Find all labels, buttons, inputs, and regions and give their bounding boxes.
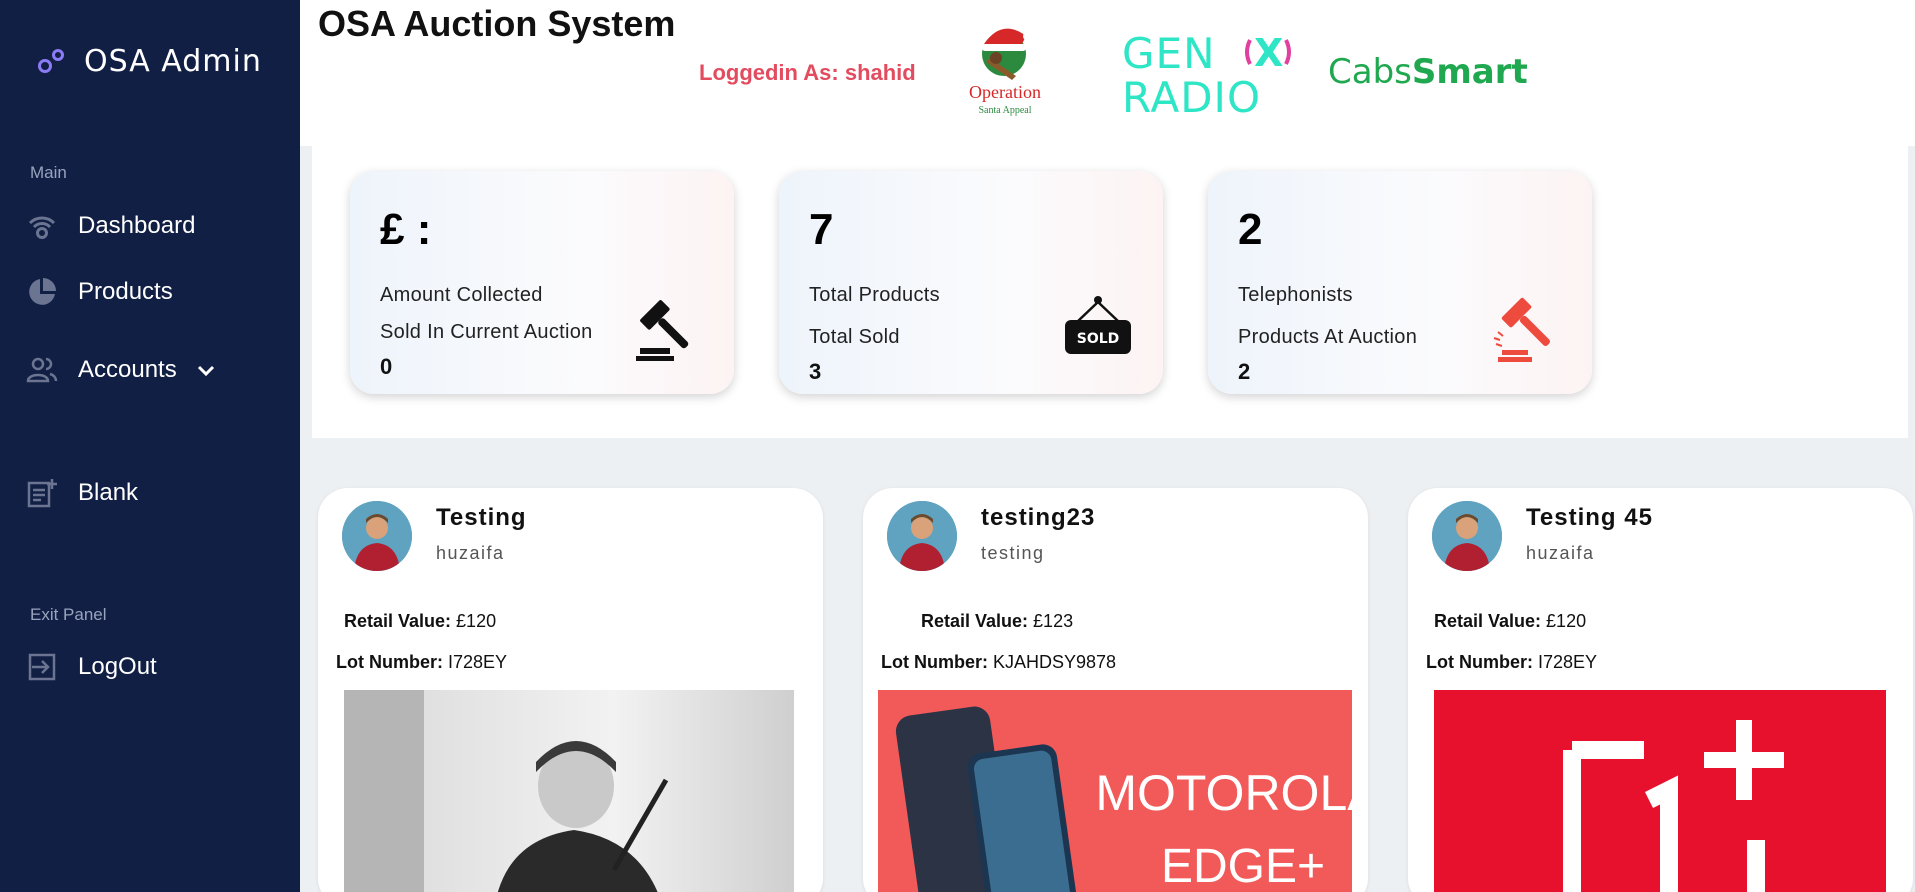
motorola-image-text: MOTOROLA	[1095, 765, 1352, 821]
brand-title: OSA Admin	[84, 44, 262, 79]
stat-amount-value: £ :	[380, 205, 432, 254]
sidebar-item-blank[interactable]: Blank	[26, 477, 138, 509]
product-owner: testing	[981, 543, 1045, 563]
operation-santa-logo: Operation Santa Appeal	[950, 14, 1060, 120]
sold-sign-text: SOLD	[1077, 331, 1120, 347]
sidebar-item-label: Blank	[78, 479, 139, 506]
stat-value: 3	[809, 359, 822, 384]
lot-number: Lot Number: I728EY	[336, 652, 507, 673]
product-title: testing23	[981, 504, 1096, 531]
wifi-icon	[28, 216, 56, 239]
retail-value-label: Retail Value:	[344, 611, 452, 631]
stat-label: Total Sold	[809, 326, 900, 348]
stat-label: Sold In Current Auction	[380, 321, 593, 343]
product-title: Testing 45	[1526, 504, 1653, 531]
avatar	[1432, 501, 1502, 571]
smart-logo-text: Smart	[1411, 52, 1528, 92]
lot-number: Lot Number: KJAHDSY9878	[881, 652, 1116, 673]
sidebar-item-products[interactable]: Products	[26, 276, 173, 308]
pie-chart-icon	[29, 278, 56, 305]
sold-sign-icon: SOLD	[1065, 296, 1131, 354]
lot-number-label: Lot Number:	[881, 652, 988, 672]
product-card[interactable]: Testing 45 huzaifa Retail Value: £120 Lo…	[1408, 488, 1913, 892]
red-gavel-icon	[1493, 297, 1550, 362]
chevron-down-icon[interactable]	[195, 359, 217, 381]
avatar	[342, 501, 412, 571]
sidebar-item-logout[interactable]: LogOut	[26, 651, 157, 683]
motorola-phone-photo: MOTOROLA EDGE+	[878, 690, 1352, 892]
retail-value: Retail Value: £120	[1434, 611, 1586, 632]
stat-label: Amount Collected	[380, 284, 543, 306]
stat-products-value: 7	[809, 205, 834, 254]
santa-hat-mascot-icon: Operation Santa Appeal	[969, 28, 1041, 116]
product-card[interactable]: testing23 testing Retail Value: £123 Lot…	[863, 488, 1368, 892]
nav-section-exit: Exit Panel	[30, 605, 107, 624]
stats-panel: £ : Amount Collected Sold In Current Auc…	[312, 146, 1908, 438]
genx-radio-logo: GEN X RADIO	[1122, 29, 1308, 122]
avatar	[887, 501, 957, 571]
operation-logo-subtext: Santa Appeal	[978, 105, 1031, 116]
lot-number-label: Lot Number:	[336, 652, 443, 672]
sidebar-item-label: Accounts	[78, 356, 177, 383]
retail-value: Retail Value: £120	[344, 611, 496, 632]
genx-x-icon: X	[1254, 31, 1283, 75]
retail-value-label: Retail Value:	[1434, 611, 1542, 631]
stat-value: 2	[1238, 359, 1251, 384]
lot-number-value: KJAHDSY9878	[988, 652, 1117, 672]
retail-value-amount: £120	[451, 611, 497, 631]
retail-value-label: Retail Value:	[921, 611, 1029, 631]
cabs-logo-text: Cabs	[1328, 52, 1412, 92]
cabssmart-logo: CabsSmart	[1328, 52, 1528, 92]
nav-section-main: Main	[30, 163, 67, 182]
lot-number-label: Lot Number:	[1426, 652, 1533, 672]
page-title: OSA Auction System	[318, 3, 676, 44]
operation-logo-text: Operation	[969, 82, 1041, 102]
stat-telephonists-value: 2	[1238, 205, 1263, 254]
stat-card-telephonists: 2 Telephonists Products At Auction 2	[1208, 171, 1592, 394]
sidebar-item-label: Dashboard	[78, 212, 196, 239]
product-owner: huzaifa	[1526, 543, 1595, 563]
product-card[interactable]: Testing huzaifa Retail Value: £120 Lot N…	[318, 488, 823, 892]
genx-radio-text: RADIO	[1122, 73, 1261, 116]
note-add-icon	[27, 479, 57, 508]
retail-value-amount: £123	[1028, 611, 1074, 631]
logged-in-user: Loggedin As: shahid	[699, 60, 916, 85]
stat-label: Products At Auction	[1238, 326, 1418, 348]
brand[interactable]: OSA Admin	[36, 44, 262, 79]
topbar: OSA Auction System Loggedin As: shahid O…	[300, 0, 1915, 146]
logout-icon	[28, 653, 56, 681]
stat-card-products: 7 Total Products Total Sold 3 SOLD	[779, 171, 1163, 394]
stat-card-amount: £ : Amount Collected Sold In Current Auc…	[350, 171, 734, 394]
stat-label: Total Products	[809, 284, 940, 306]
lot-number-value: I728EY	[443, 652, 508, 672]
oneplus-logo-photo	[1434, 690, 1886, 892]
retail-value: Retail Value: £123	[921, 611, 1073, 632]
sidebar-item-accounts[interactable]: Accounts	[26, 354, 217, 386]
genx-logo-text: GEN	[1122, 30, 1216, 78]
sidebar: OSA Admin Main Dashboard Products Accoun…	[0, 0, 300, 892]
gavel-icon	[636, 300, 689, 361]
product-owner: huzaifa	[436, 543, 505, 563]
brand-logo-icon	[36, 45, 70, 79]
product-title: Testing	[436, 504, 527, 531]
stat-label: Telephonists	[1238, 284, 1353, 306]
stat-value: 0	[380, 354, 393, 379]
sidebar-item-dashboard[interactable]: Dashboard	[26, 210, 195, 242]
lot-number: Lot Number: I728EY	[1426, 652, 1597, 673]
users-icon	[26, 357, 58, 383]
retail-value-amount: £120	[1541, 611, 1587, 631]
sidebar-item-label: Products	[78, 278, 173, 305]
sidebar-item-label: LogOut	[78, 653, 157, 680]
lot-number-value: I728EY	[1533, 652, 1598, 672]
edge-image-text: EDGE+	[1161, 840, 1325, 892]
security-guard-photo	[344, 690, 794, 892]
